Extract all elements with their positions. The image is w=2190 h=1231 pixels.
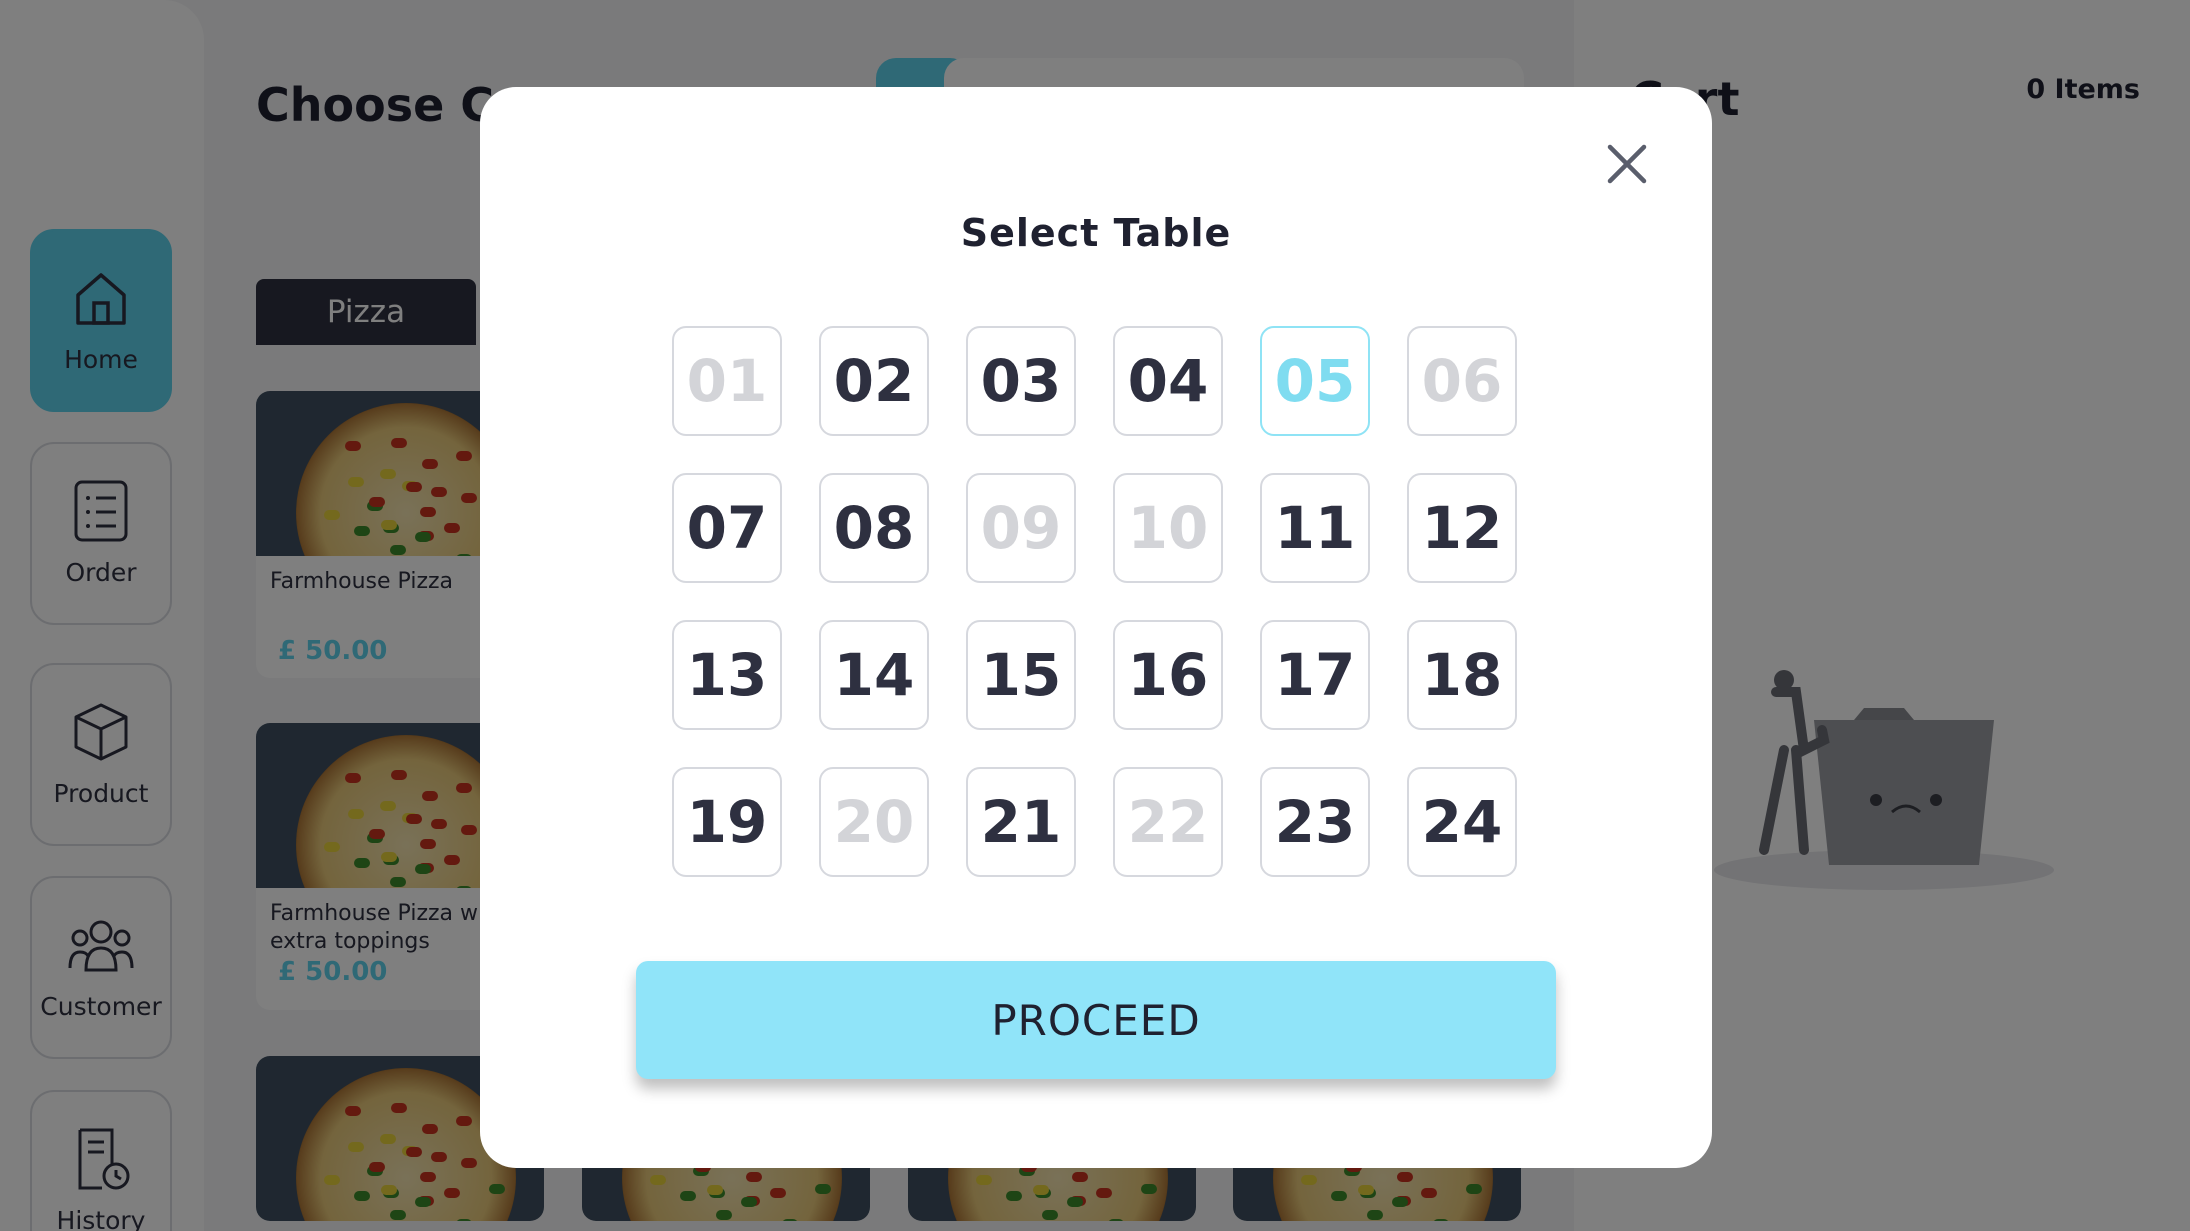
table-13-button[interactable]: 13 [672,620,782,730]
table-06-button: 06 [1407,326,1517,436]
table-grid: 01 02 03 04 05 06 07 08 09 10 11 12 13 14 15 16 17 18 19 20… [672,326,1517,877]
table-11-button[interactable]: 11 [1260,473,1370,583]
modal-title: Select Table [960,211,1232,255]
table-14-button[interactable]: 14 [819,620,929,730]
table-24-button[interactable]: 24 [1407,767,1517,877]
close-icon[interactable] [1602,139,1652,189]
table-23-button[interactable]: 23 [1260,767,1370,877]
table-19-button[interactable]: 19 [672,767,782,877]
table-16-button[interactable]: 16 [1113,620,1223,730]
select-table-modal: Select Table 01 02 03 04 05 06 07 08 09 10 11 12 13 1… [480,87,1712,1168]
table-21-button[interactable]: 21 [966,767,1076,877]
table-02-button[interactable]: 02 [819,326,929,436]
table-12-button[interactable]: 12 [1407,473,1517,583]
table-20-button: 20 [819,767,929,877]
table-17-button[interactable]: 17 [1260,620,1370,730]
table-22-button: 22 [1113,767,1223,877]
table-05-button[interactable]: 05 [1260,326,1370,436]
table-03-button[interactable]: 03 [966,326,1076,436]
table-18-button[interactable]: 18 [1407,620,1517,730]
table-08-button[interactable]: 08 [819,473,929,583]
table-07-button[interactable]: 07 [672,473,782,583]
table-10-button: 10 [1113,473,1223,583]
proceed-button[interactable]: PROCEED [636,961,1556,1079]
table-15-button[interactable]: 15 [966,620,1076,730]
table-01-button: 01 [672,326,782,436]
table-04-button[interactable]: 04 [1113,326,1223,436]
table-09-button: 09 [966,473,1076,583]
